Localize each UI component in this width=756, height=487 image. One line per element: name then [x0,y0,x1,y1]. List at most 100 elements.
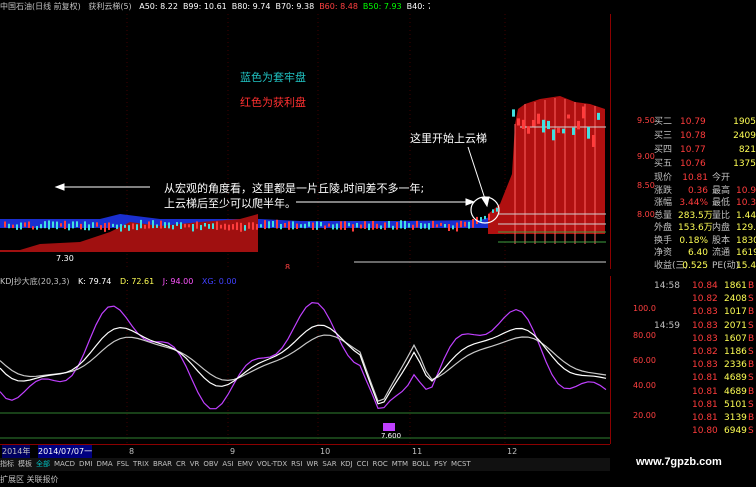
indicator-value: B80: 9.74 [231,2,271,11]
indicator-tab[interactable]: MTM [392,460,408,468]
candle [156,224,158,228]
indicator-value: B40: 7.81 [406,2,430,11]
kdj-indicator-chart[interactable]: 7.600 [0,276,610,444]
bid-row: 买三 10.78 2409 [654,130,756,142]
candle [216,221,218,230]
bid-label: 买五 [654,159,673,169]
indicator-tab[interactable]: CR [176,460,186,468]
candle [557,127,560,133]
kdj-axis: 100.0 80.00 60.00 40.00 20.00 [610,276,656,444]
indicator-tab[interactable]: SAR [322,460,336,468]
trade-row: 10.83 1607 B [654,333,756,345]
candle [460,220,462,228]
candle [368,223,370,231]
candle [316,221,318,230]
candle [587,127,590,139]
indicator-tab[interactable]: TRIX [133,460,149,468]
candle [128,225,130,231]
candle [28,221,30,228]
trade-side: B [748,413,755,423]
candle [456,222,458,232]
candle [236,222,238,231]
blue-label: 蓝色为套牢盘 [240,71,306,84]
stat-label: 量比 [712,210,731,221]
stat-label: 最低 [712,198,731,208]
indicator-tab[interactable]: MACD [54,460,75,468]
trade-side: S [748,373,754,384]
trade-row: 10.81 4689 S [654,372,756,384]
indicator-tab[interactable]: BRAR [153,460,172,468]
candle [4,221,6,228]
indicator-tab[interactable]: KDJ [341,460,353,468]
candle [272,221,274,228]
candle [288,221,290,230]
main-price-chart[interactable]: 7.30 8 [0,14,610,269]
candle [176,222,178,226]
indicator-tab[interactable]: WR [307,460,319,468]
stat-value: 1.44 [736,210,756,221]
candle [284,223,286,228]
candle [252,222,254,230]
indicator-tab[interactable]: BOLL [412,460,430,468]
bid-price: 10.77 [680,145,706,155]
candle [276,219,278,229]
indicator-header: 中国石油(日线 前复权) 获利云梯(5) A50: 8.22 B99: 10.61… [0,0,430,14]
trade-side: S [748,294,754,305]
red-label: 红色为获利盘 [240,96,306,109]
indicator-tab[interactable]: MCST [451,460,471,468]
candle [112,223,114,228]
trade-volume: 2071 [724,320,747,331]
stat-label: 流通 [712,248,731,258]
indicator-tab[interactable]: FSL [117,460,129,468]
indicator-tab[interactable]: 模板 [18,460,32,468]
stat-value: 0.525 [682,260,708,271]
candle [52,221,54,228]
indicator-tab[interactable]: RSI [291,460,302,468]
stat-value: 1830亿 [736,235,756,246]
candle [320,221,322,227]
quote-panel: 买二 10.79 1905 买三 10.78 2409 买四 10.77 821 买五 10.76 1… [652,0,756,276]
candle [542,119,545,133]
trade-side: S [748,320,754,331]
stat-row: 换手 0.18% 股本 1830亿 [654,235,756,247]
indicator-tab[interactable]: 全部 [36,460,50,468]
stat-label: 最高 [712,185,731,196]
bid-label: 买四 [654,145,673,155]
macro-comment-2: 上云梯后至少可以爬半年。 [164,197,296,210]
stat-value: 6.40 [687,248,708,258]
candle [88,224,90,231]
candle [356,222,358,228]
month-label: 9 [230,447,236,456]
indicator-tab[interactable]: OBV [203,460,218,468]
kdj-low-label: 7.600 [381,432,401,440]
indicator-tab[interactable]: 指标 [0,460,14,468]
indicator-tab[interactable]: VR [190,460,200,468]
indicator-tab[interactable]: DMI [79,460,93,468]
candle [396,222,398,230]
trade-price: 10.82 [692,294,718,305]
trade-row: 10.81 5101 S [654,399,756,411]
candle [488,213,490,221]
candle [100,225,102,230]
indicator-tab[interactable]: DMA [96,460,112,468]
stat-value: 15.4 [736,260,756,271]
bid-price: 10.76 [680,159,706,169]
stat-row: 收益(三) 0.525 PE(动) 15.4 [654,260,756,272]
candle [432,220,434,228]
stock-name: 中国石油(日线 前复权) [0,2,81,11]
candle [228,224,230,231]
indicator-tab[interactable]: VOL-TDX [257,460,287,468]
indicator-tab[interactable]: ASI [222,460,233,468]
stat-label: 现价 [654,173,673,183]
indicator-tab[interactable]: ROC [372,460,387,468]
candle [464,221,466,227]
indicator-tab[interactable]: EMV [238,460,253,468]
candle [324,225,326,230]
indicator-tab[interactable]: PSY [434,460,447,468]
candle [168,222,170,229]
indicator-tab[interactable]: CCI [357,460,369,468]
stat-label: 今开 [712,173,731,183]
candle [340,221,342,230]
stat-value: 10.81 [682,173,708,183]
candle [572,127,575,135]
